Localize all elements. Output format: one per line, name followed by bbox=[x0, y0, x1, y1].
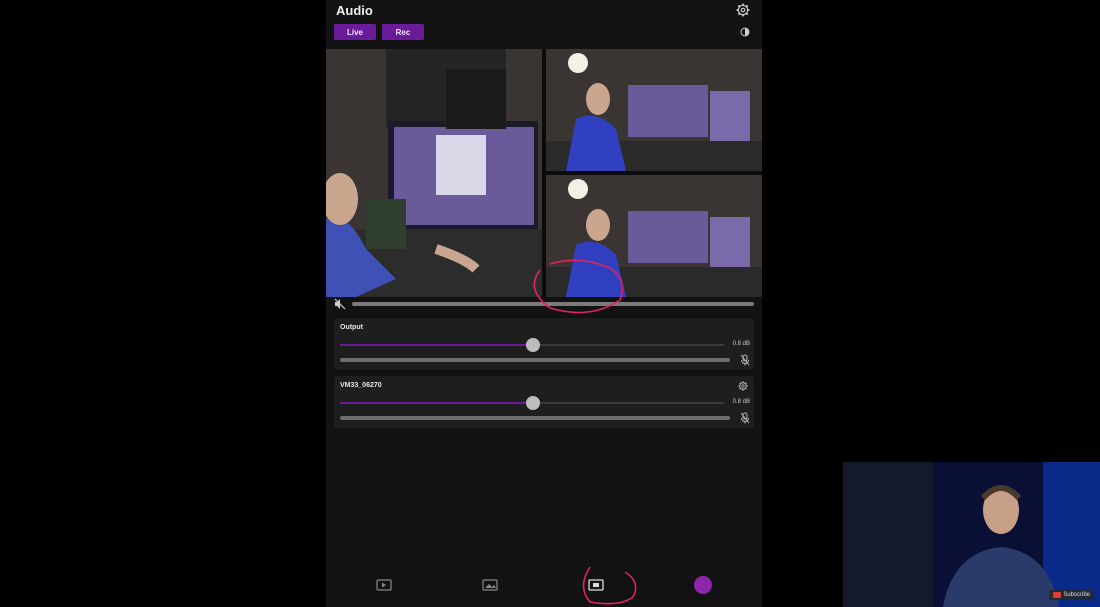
db-readout: 0.8 dB bbox=[732, 341, 750, 347]
live-button[interactable]: Live bbox=[334, 24, 376, 40]
audio-app-window: Audio Live Rec Output 0.8 dB VM33_06270 … bbox=[326, 0, 762, 607]
level-meter bbox=[340, 416, 730, 420]
speaker-muted-icon[interactable] bbox=[334, 298, 346, 310]
camera-feed-bottom[interactable] bbox=[546, 175, 762, 297]
db-readout: 0.8 dB bbox=[732, 399, 750, 405]
audio-track-vm33: VM33_06270 0.8 dB bbox=[334, 376, 754, 428]
gear-icon[interactable] bbox=[736, 3, 750, 17]
volume-knob[interactable] bbox=[526, 338, 540, 352]
contrast-icon[interactable] bbox=[740, 27, 750, 37]
camera-feed-top[interactable] bbox=[546, 49, 762, 171]
gear-icon[interactable] bbox=[738, 381, 748, 391]
camera-feed-main[interactable] bbox=[326, 49, 542, 297]
video-preview[interactable] bbox=[326, 49, 762, 297]
volume-slider[interactable] bbox=[340, 396, 724, 410]
level-meter bbox=[340, 358, 730, 362]
subscribe-badge: Subscribe bbox=[1049, 590, 1094, 600]
image-icon[interactable] bbox=[482, 578, 498, 592]
page-title: Audio bbox=[336, 3, 373, 18]
bottom-tab-bar bbox=[326, 572, 762, 600]
preview-audio-bar[interactable] bbox=[334, 298, 754, 310]
track-name: Output bbox=[340, 324, 363, 331]
subscribe-label: Subscribe bbox=[1063, 592, 1090, 598]
mic-muted-icon[interactable] bbox=[740, 412, 750, 424]
audio-track-output: Output 0.8 dB bbox=[334, 318, 754, 370]
volume-fill bbox=[340, 402, 533, 404]
presenter-webcam: Subscribe bbox=[843, 462, 1100, 607]
volume-knob[interactable] bbox=[526, 396, 540, 410]
video-icon[interactable] bbox=[376, 578, 392, 592]
volume-slider[interactable] bbox=[340, 338, 724, 352]
track-name: VM33_06270 bbox=[340, 382, 382, 389]
preview-volume-track[interactable] bbox=[352, 302, 754, 306]
volume-fill bbox=[340, 344, 533, 346]
youtube-icon bbox=[1053, 592, 1062, 598]
mic-muted-icon[interactable] bbox=[740, 354, 750, 366]
add-icon[interactable] bbox=[694, 576, 712, 594]
rec-button[interactable]: Rec bbox=[382, 24, 424, 40]
header: Audio bbox=[326, 0, 762, 22]
overlay-icon[interactable] bbox=[588, 578, 604, 592]
